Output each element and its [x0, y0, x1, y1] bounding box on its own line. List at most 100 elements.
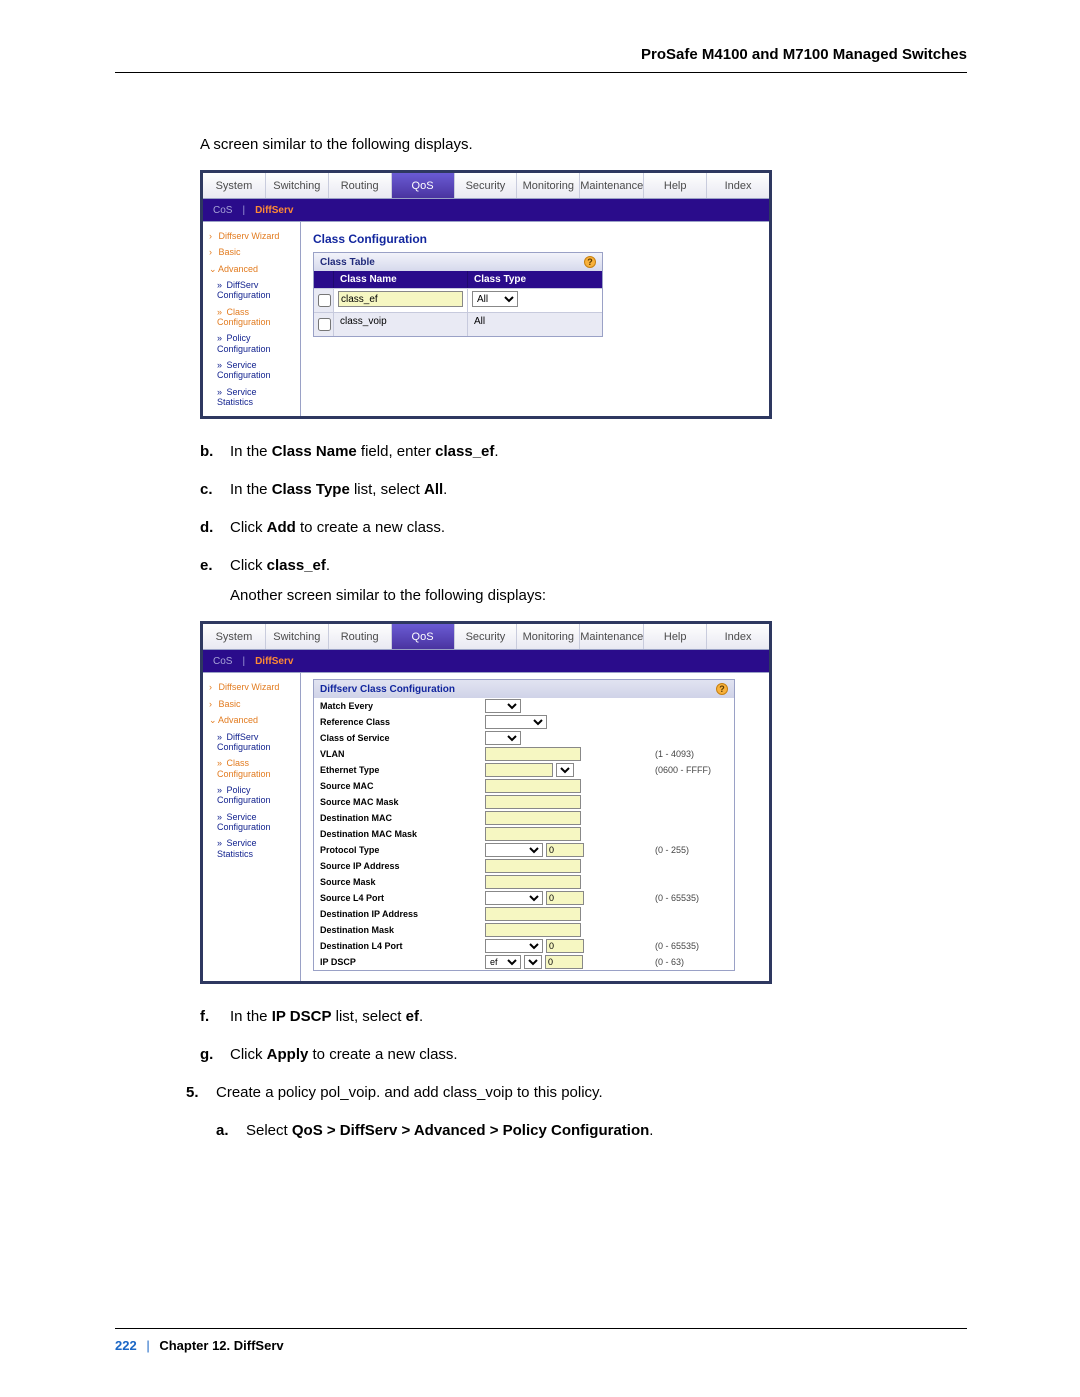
submenu-cos[interactable]: CoS — [213, 656, 232, 667]
menu-item-index[interactable]: Index — [707, 173, 769, 198]
text-input[interactable] — [485, 827, 581, 841]
sidenav-service-statistics[interactable]: » Service Statistics — [207, 384, 296, 411]
mid-text: Another screen similar to the following … — [230, 581, 967, 611]
field-destination-ip-address: Destination IP Address — [314, 906, 734, 922]
panel-title: Class Configuration — [313, 232, 757, 246]
sidenav-class-configuration[interactable]: » Class Configuration — [207, 304, 296, 331]
sidenav-diffserv-configuration[interactable]: » DiffServ Configuration — [207, 729, 296, 756]
sidenav-service-statistics[interactable]: » Service Statistics — [207, 835, 296, 862]
help-icon[interactable]: ? — [584, 256, 596, 268]
select[interactable]: ef — [485, 955, 521, 969]
menu-item-system[interactable]: System — [203, 624, 266, 649]
menu-item-maintenance[interactable]: Maintenance — [580, 173, 644, 198]
field-label: VLAN — [320, 749, 485, 759]
text-input[interactable] — [485, 923, 581, 937]
submenu-diffserv[interactable]: DiffServ — [255, 656, 293, 667]
menu-item-switching[interactable]: Switching — [266, 173, 329, 198]
text-input[interactable] — [485, 779, 581, 793]
main-menu: SystemSwitchingRoutingQoSSecurityMonitor… — [203, 624, 769, 650]
caret-icon: » — [217, 838, 224, 848]
text-input[interactable] — [485, 875, 581, 889]
text-input[interactable] — [546, 891, 584, 905]
sidenav-advanced[interactable]: ⌄ Advanced — [207, 712, 296, 728]
sidenav-basic[interactable]: › Basic — [207, 244, 296, 260]
select[interactable] — [485, 715, 547, 729]
field-destination-mac-mask: Destination MAC Mask — [314, 826, 734, 842]
caret-icon: › — [209, 247, 216, 257]
text-input[interactable] — [485, 859, 581, 873]
text-input[interactable] — [485, 747, 581, 761]
sub-menu: CoS | DiffServ — [203, 650, 769, 672]
row-0-checkbox[interactable] — [318, 318, 331, 331]
sidenav-diffserv-wizard[interactable]: › Diffserv Wizard — [207, 679, 296, 695]
select[interactable] — [556, 763, 574, 777]
field-label: Destination MAC — [320, 813, 485, 823]
class-type-select[interactable]: All — [472, 291, 518, 307]
menu-item-help[interactable]: Help — [644, 173, 707, 198]
field-destination-l4-port: Destination L4 Port(0 - 65535) — [314, 938, 734, 954]
menu-item-security[interactable]: Security — [455, 173, 518, 198]
menu-item-monitoring[interactable]: Monitoring — [517, 624, 580, 649]
select[interactable] — [524, 955, 542, 969]
chapter-label: Chapter 12. DiffServ — [159, 1338, 283, 1353]
sidenav-class-configuration[interactable]: » Class Configuration — [207, 755, 296, 782]
field-label: Protocol Type — [320, 845, 485, 855]
sidenav-diffserv-configuration[interactable]: » DiffServ Configuration — [207, 277, 296, 304]
field-match-every: Match Every — [314, 698, 734, 714]
sidenav-service-configuration[interactable]: » Service Configuration — [207, 809, 296, 836]
field-destination-mac: Destination MAC — [314, 810, 734, 826]
submenu-sep: | — [242, 656, 245, 667]
row-0-class-name[interactable]: class_voip — [334, 312, 468, 336]
col-class-type: Class Type — [468, 271, 602, 288]
menu-item-security[interactable]: Security — [455, 624, 518, 649]
sidenav-advanced[interactable]: ⌄ Advanced — [207, 261, 296, 277]
select[interactable] — [485, 843, 543, 857]
menu-item-system[interactable]: System — [203, 173, 266, 198]
figure-diffserv-class-configuration: SystemSwitchingRoutingQoSSecurityMonitor… — [200, 621, 772, 984]
col-class-name: Class Name — [334, 271, 468, 288]
text-input[interactable] — [546, 939, 584, 953]
select[interactable] — [485, 939, 543, 953]
menu-item-qos[interactable]: QoS — [392, 624, 455, 649]
text-input[interactable] — [485, 811, 581, 825]
menu-item-help[interactable]: Help — [644, 624, 707, 649]
menu-item-routing[interactable]: Routing — [329, 173, 392, 198]
select[interactable] — [485, 731, 521, 745]
field-label: Match Every — [320, 701, 485, 711]
sidenav-policy-configuration[interactable]: » Policy Configuration — [207, 782, 296, 809]
field-label: Source Mask — [320, 877, 485, 887]
submenu-diffserv[interactable]: DiffServ — [255, 205, 293, 216]
text-input[interactable] — [545, 955, 583, 969]
menu-item-switching[interactable]: Switching — [266, 624, 329, 649]
text-input[interactable] — [546, 843, 584, 857]
sidenav-basic[interactable]: › Basic — [207, 696, 296, 712]
field-source-ip-address: Source IP Address — [314, 858, 734, 874]
field-protocol-type: Protocol Type(0 - 255) — [314, 842, 734, 858]
text-input[interactable] — [485, 795, 581, 809]
menu-item-maintenance[interactable]: Maintenance — [580, 624, 644, 649]
menu-item-qos[interactable]: QoS — [392, 173, 455, 198]
step-5a: a. Select QoS > DiffServ > Advanced > Po… — [216, 1116, 967, 1146]
field-label: Destination IP Address — [320, 909, 485, 919]
sidenav-policy-configuration[interactable]: » Policy Configuration — [207, 330, 296, 357]
sidenav-service-configuration[interactable]: » Service Configuration — [207, 357, 296, 384]
menu-item-routing[interactable]: Routing — [329, 624, 392, 649]
page-number: 222 — [115, 1338, 137, 1353]
text-input[interactable] — [485, 763, 553, 777]
sidenav-diffserv-wizard[interactable]: › Diffserv Wizard — [207, 228, 296, 244]
menu-item-monitoring[interactable]: Monitoring — [517, 173, 580, 198]
panel-subheading: Class Table — [320, 257, 375, 268]
caret-icon: » — [217, 758, 224, 768]
select[interactable] — [485, 891, 543, 905]
class-name-input[interactable] — [338, 291, 463, 307]
submenu-cos[interactable]: CoS — [213, 205, 232, 216]
row-new-checkbox[interactable] — [318, 294, 331, 307]
select[interactable] — [485, 699, 521, 713]
field-label: Ethernet Type — [320, 765, 485, 775]
caret-icon: » — [217, 732, 224, 742]
menu-item-index[interactable]: Index — [707, 624, 769, 649]
help-icon[interactable]: ? — [716, 683, 728, 695]
field-source-mac: Source MAC — [314, 778, 734, 794]
text-input[interactable] — [485, 907, 581, 921]
step-g: g.Click Apply to create a new class. — [200, 1040, 967, 1070]
